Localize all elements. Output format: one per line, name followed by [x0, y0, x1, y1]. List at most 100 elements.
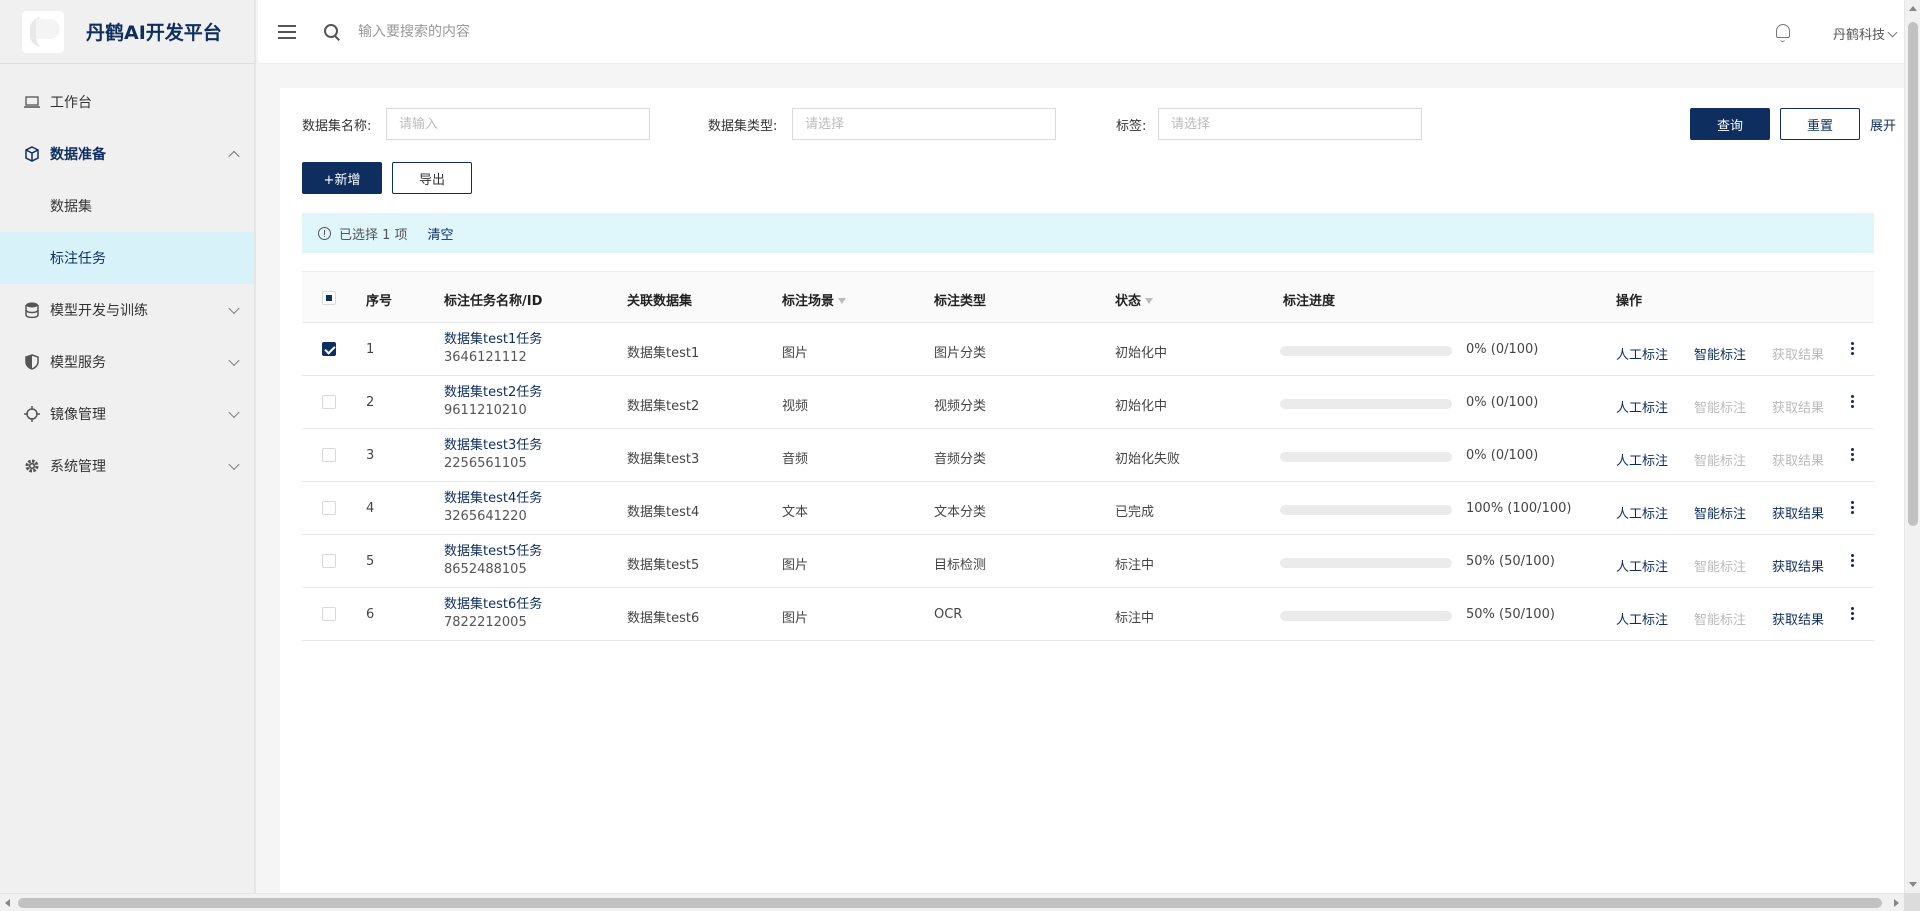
cube-icon	[24, 146, 40, 162]
horizontal-scroll-thumb[interactable]	[18, 898, 1882, 908]
scene-cell: 图片	[782, 558, 809, 573]
progress-text: 0% (0/100)	[1466, 395, 1539, 410]
scroll-right-arrow-icon[interactable]	[1894, 899, 1899, 907]
sidebar-item-dataset[interactable]: 数据集	[0, 180, 254, 232]
smart-annotate-button[interactable]: 智能标注	[1694, 503, 1746, 522]
vertical-scrollbar[interactable]	[1904, 0, 1920, 893]
more-actions-icon[interactable]	[1850, 342, 1854, 356]
task-name-link[interactable]: 数据集test5任务	[444, 543, 542, 561]
manual-annotate-button[interactable]: 人工标注	[1616, 450, 1668, 469]
more-actions-icon[interactable]	[1850, 448, 1854, 462]
dataset-type-select[interactable]	[792, 108, 1056, 140]
get-result-button[interactable]: 获取结果	[1772, 556, 1824, 575]
smart-annotate-button: 智能标注	[1694, 613, 1747, 628]
scroll-left-arrow-icon[interactable]	[5, 899, 10, 907]
row-checkbox[interactable]	[322, 501, 336, 515]
tag-select[interactable]	[1158, 108, 1422, 140]
crosshair-icon	[24, 406, 40, 422]
expand-link[interactable]: 展开	[1870, 115, 1896, 134]
manual-annotate-button[interactable]: 人工标注	[1616, 609, 1668, 628]
row-checkbox[interactable]	[322, 448, 336, 462]
bell-icon[interactable]	[1776, 24, 1790, 42]
export-button[interactable]: 导出	[392, 162, 472, 194]
dataset-cell: 数据集test3	[627, 452, 700, 467]
sidebar-item-model-service[interactable]: 模型服务	[0, 336, 254, 388]
chevron-down-icon	[228, 406, 240, 419]
row-checkbox[interactable]	[322, 554, 336, 568]
dataset-type-label: 数据集类型:	[708, 119, 778, 134]
row-checkbox[interactable]	[322, 607, 336, 621]
vertical-scroll-thumb[interactable]	[1908, 22, 1918, 526]
col-index: 序号	[366, 294, 393, 309]
manual-annotate-button[interactable]: 人工标注	[1616, 397, 1668, 416]
more-actions-icon[interactable]	[1850, 501, 1854, 515]
manual-annotate-button[interactable]: 人工标注	[1616, 344, 1668, 363]
sidebar-item-annotation-tasks[interactable]: 标注任务	[0, 232, 254, 284]
manual-annotate-button[interactable]: 人工标注	[1616, 556, 1668, 575]
task-name-link[interactable]: 数据集test4任务	[444, 490, 542, 508]
smart-annotate-button: 智能标注	[1694, 560, 1747, 575]
search-icon[interactable]	[324, 23, 340, 40]
sidebar-item-label: 工作台	[50, 95, 92, 111]
filter-icon[interactable]	[1145, 298, 1154, 304]
query-button[interactable]: 查询	[1690, 108, 1770, 140]
row-index: 3	[366, 448, 375, 463]
smart-annotate-button: 智能标注	[1694, 454, 1747, 469]
table-row: 6 数据集test6任务 7822212005 数据集test6 图片 OCR …	[302, 588, 1874, 641]
task-name-link[interactable]: 数据集test1任务	[444, 331, 542, 349]
dataset-cell: 数据集test5	[627, 558, 700, 573]
table-row: 3 数据集test3任务 2256561105 数据集test3 音频 音频分类…	[302, 429, 1874, 482]
app-title: 丹鹤AI开发平台	[86, 22, 222, 44]
sidebar-item-workbench[interactable]: 工作台	[0, 76, 254, 128]
col-progress: 标注进度	[1283, 294, 1336, 309]
horizontal-scrollbar[interactable]	[0, 893, 1904, 911]
add-button[interactable]: +新增	[302, 162, 382, 194]
table-row: 2 数据集test2任务 9611210210 数据集test2 视频 视频分类…	[302, 376, 1874, 429]
clear-selection-link[interactable]: 清空	[428, 224, 454, 243]
dataset-cell: 数据集test2	[627, 399, 700, 414]
status-cell: 标注中	[1115, 558, 1155, 573]
task-name-cell: 数据集test2任务 9611210210	[444, 384, 542, 420]
sidebar-item-image-mgmt[interactable]: 镜像管理	[0, 388, 254, 440]
row-index: 5	[366, 554, 375, 569]
select-all-checkbox[interactable]	[322, 291, 336, 305]
more-actions-icon[interactable]	[1850, 395, 1854, 409]
sidebar-item-data-prep[interactable]: 数据准备	[0, 128, 254, 180]
progress-text: 50% (50/100)	[1466, 554, 1555, 569]
reset-button[interactable]: 重置	[1780, 108, 1860, 140]
dataset-name-label: 数据集名称:	[302, 119, 372, 134]
sidebar-item-system-mgmt[interactable]: 系统管理	[0, 440, 254, 492]
sidebar-item-label: 数据准备	[50, 147, 106, 163]
task-name-link[interactable]: 数据集test6任务	[444, 596, 542, 614]
more-actions-icon[interactable]	[1850, 607, 1854, 621]
row-index: 1	[366, 342, 375, 357]
chevron-down-icon	[228, 354, 240, 367]
dataset-name-input[interactable]	[386, 108, 650, 140]
type-cell: OCR	[934, 607, 963, 622]
progress-bar	[1280, 611, 1452, 621]
status-cell: 初始化失败	[1115, 452, 1181, 467]
sidebar-item-model-dev[interactable]: 模型开发与训练	[0, 284, 254, 336]
global-search-input[interactable]	[358, 23, 758, 40]
sidebar-item-label: 系统管理	[50, 459, 106, 475]
user-menu[interactable]: 丹鹤科技	[1833, 24, 1898, 43]
top-bar: 丹鹤科技	[258, 0, 1904, 64]
scene-cell: 图片	[782, 346, 809, 361]
more-actions-icon[interactable]	[1850, 554, 1854, 568]
row-checkbox[interactable]	[322, 342, 336, 356]
row-checkbox[interactable]	[322, 395, 336, 409]
task-id: 8652488105	[444, 562, 527, 577]
menu-toggle-icon[interactable]	[278, 24, 296, 39]
col-scene: 标注场景	[782, 290, 847, 309]
get-result-button[interactable]: 获取结果	[1772, 609, 1824, 628]
get-result-button[interactable]: 获取结果	[1772, 503, 1824, 522]
filter-icon[interactable]	[838, 298, 847, 304]
manual-annotate-button[interactable]: 人工标注	[1616, 503, 1668, 522]
scroll-up-arrow-icon[interactable]	[1909, 6, 1917, 11]
task-name-link[interactable]: 数据集test3任务	[444, 437, 542, 455]
dataset-cell: 数据集test6	[627, 611, 700, 626]
smart-annotate-button[interactable]: 智能标注	[1694, 344, 1746, 363]
task-name-link[interactable]: 数据集test2任务	[444, 384, 542, 402]
scroll-down-arrow-icon[interactable]	[1909, 882, 1917, 887]
sidebar: 丹鹤AI开发平台 工作台 数据准备 数据集 标注任务 模型开发与训练 模型服务 …	[0, 0, 256, 893]
